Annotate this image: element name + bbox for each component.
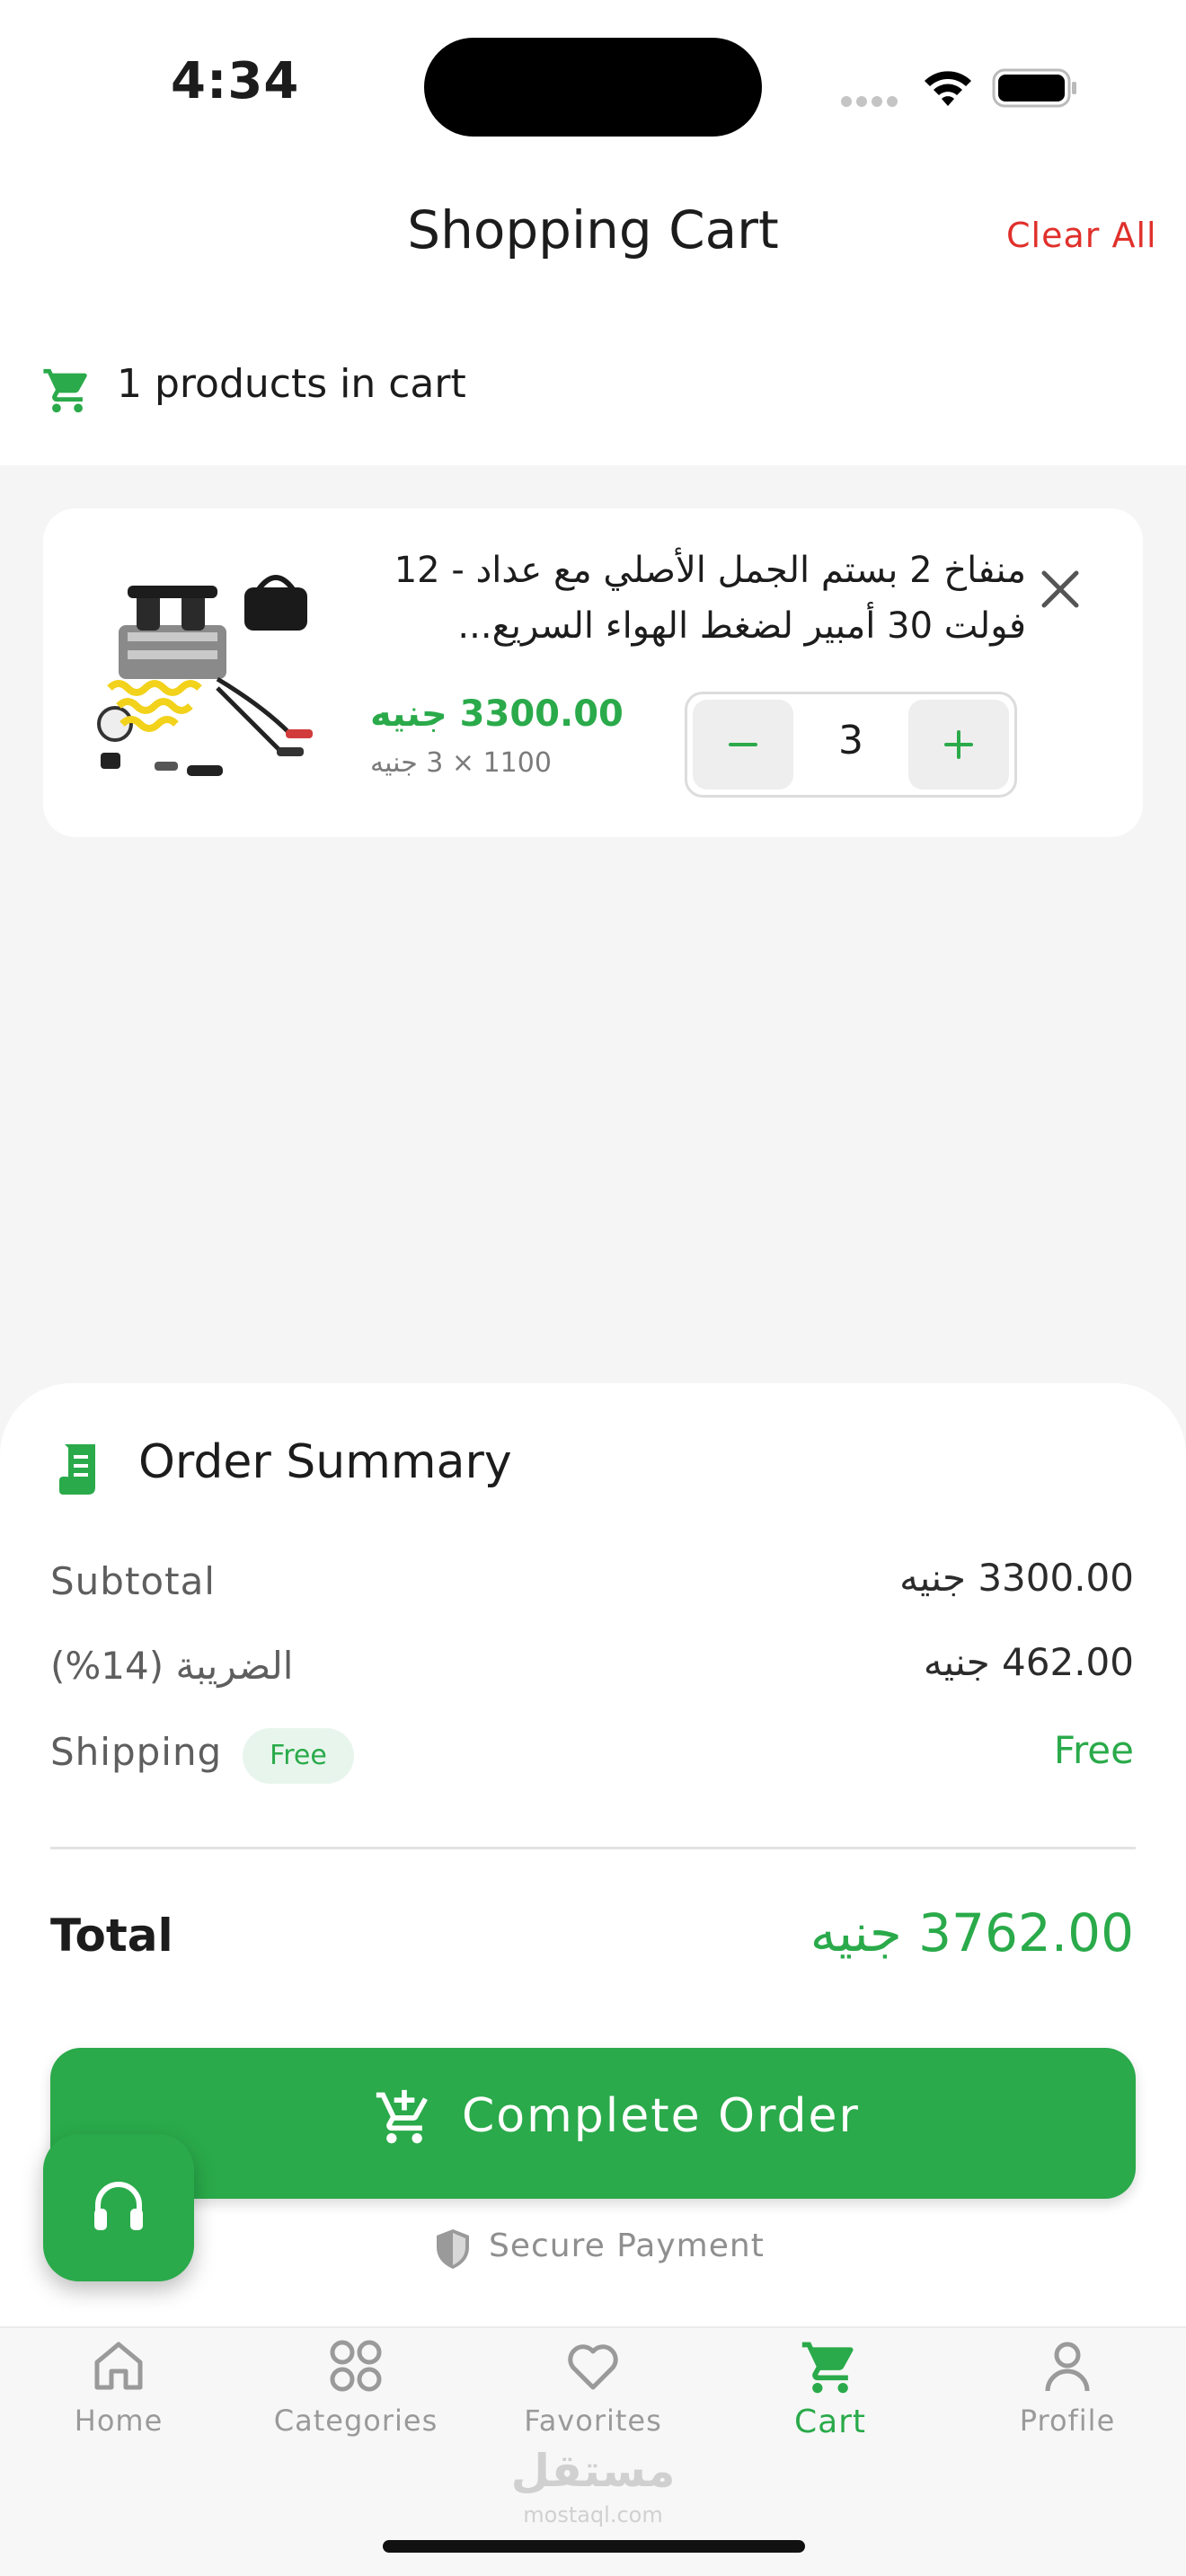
wifi-icon [925, 71, 971, 106]
cellular-signal-icon [841, 93, 902, 110]
secure-payment-text: Secure Payment [489, 2228, 765, 2264]
home-indicator [383, 2540, 805, 2553]
item-total-price: 3300.00 جنيه [370, 693, 624, 735]
support-chat-button[interactable] [43, 2134, 194, 2281]
status-time: 4:34 [171, 52, 300, 110]
tab-profile-label: Profile [1019, 2404, 1116, 2438]
quantity-stepper: 3 [685, 692, 1017, 798]
tab-home-label: Home [74, 2404, 164, 2438]
total-value: 3762.00 جنيه [810, 1902, 1134, 1963]
summary-divider [50, 1847, 1136, 1849]
shipping-label: Shipping [50, 1730, 223, 1774]
cart-count-text: 1 products in cart [117, 361, 466, 407]
total-label: Total [50, 1910, 173, 1962]
shipping-value: Free [1053, 1728, 1134, 1772]
battery-icon [992, 68, 1076, 108]
headset-icon [94, 2182, 143, 2230]
profile-icon [1045, 2342, 1090, 2392]
clear-all-button[interactable]: Clear All [1006, 216, 1157, 255]
cart-icon [801, 2342, 854, 2394]
watermark-logo: مستقل [510, 2445, 676, 2497]
complete-order-label[interactable]: Complete Order [462, 2089, 860, 2143]
home-icon [94, 2342, 143, 2390]
order-summary-title: Order Summary [138, 1435, 512, 1489]
product-image[interactable] [83, 553, 325, 796]
unit-price-breakdown: 1100 × 3 جنيه [370, 747, 552, 779]
increase-quantity-button[interactable] [908, 700, 1009, 790]
decrease-quantity-button[interactable] [693, 700, 793, 790]
quantity-value[interactable]: 3 [795, 718, 907, 763]
tab-favorites-label: Favorites [524, 2404, 662, 2438]
remove-item-close-icon[interactable] [1035, 564, 1085, 614]
receipt-icon [59, 1444, 95, 1495]
tab-cart-label: Cart [793, 2404, 867, 2440]
dynamic-island [424, 38, 762, 137]
tax-label: الضريبة (14%) [50, 1644, 294, 1688]
subtotal-value: 3300.00 جنيه [899, 1556, 1134, 1600]
tab-categories-label: Categories [273, 2404, 438, 2438]
subtotal-label: Subtotal [50, 1559, 216, 1603]
tab-profile[interactable]: Profile [969, 2337, 1166, 2472]
watermark-url: mostaql.com [523, 2502, 663, 2527]
shipping-free-badge: Free [243, 1728, 354, 1784]
product-name[interactable]: منفاخ 2 بستم الجمل الأصلي مع عداد - 12 ف… [370, 543, 1026, 654]
categories-icon [330, 2340, 382, 2392]
tab-home[interactable]: Home [20, 2337, 217, 2472]
cart-icon [43, 368, 87, 413]
shield-icon [437, 2229, 469, 2269]
add-to-cart-icon [376, 2089, 428, 2144]
tab-categories[interactable]: Categories [257, 2337, 455, 2472]
tab-cart[interactable]: Cart [731, 2337, 929, 2472]
plus-icon [944, 730, 973, 759]
minus-icon [729, 743, 757, 746]
heart-icon [568, 2344, 618, 2390]
tax-value: 462.00 جنيه [923, 1640, 1134, 1684]
